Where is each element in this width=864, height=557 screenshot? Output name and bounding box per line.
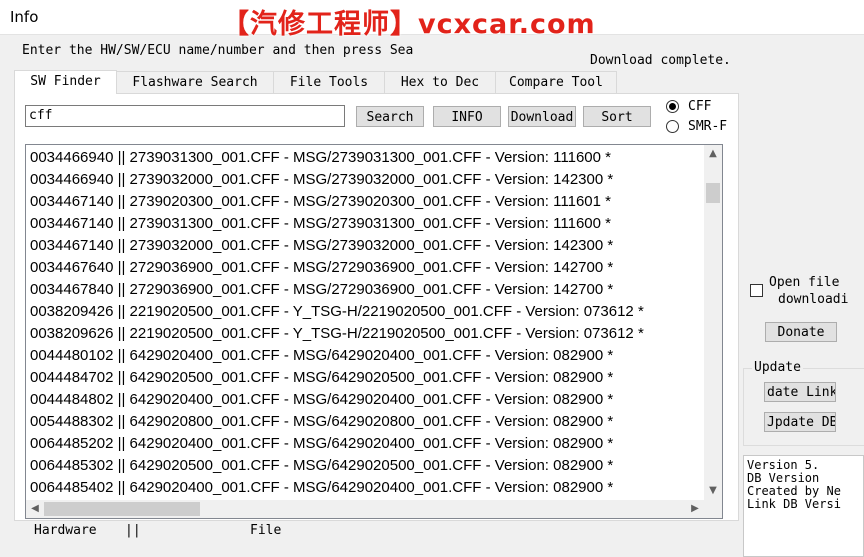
chevron-down-icon[interactable]: ▼ [704,482,722,500]
horizontal-scroll-thumb[interactable] [44,502,200,516]
info-button[interactable]: INFO [433,106,501,127]
list-item[interactable]: 0038209626 || 2219020500_001.CFF - Y_TSG… [30,323,702,345]
sort-button[interactable]: Sort [583,106,651,127]
scrollbar-corner [704,500,722,518]
list-item[interactable]: 0044480102 || 6429020400_001.CFF - MSG/6… [30,345,702,367]
list-item[interactable]: 0064485202 || 6429020400_001.CFF - MSG/6… [30,433,702,455]
horizontal-scrollbar[interactable]: ◀ ▶ [26,500,704,518]
search-input[interactable]: cff [25,105,345,127]
list-item[interactable]: 0064485402 || 6429020400_001.CFF - MSG/6… [30,477,702,499]
cff-radio[interactable] [666,100,679,113]
tab-sw-finder[interactable]: SW Finder [14,70,117,94]
smr-f-radio-label: SMR-F [688,119,728,134]
window-title: Info [10,8,39,26]
info-line-link-db: Link DB Versi [747,497,841,511]
list-item[interactable]: 0034467640 || 2729036900_001.CFF - MSG/2… [30,257,702,279]
instruction-text: Enter the HW/SW/ECU name/number and then… [22,43,414,58]
open-file-label-cont: downloadi [778,292,849,307]
chevron-up-icon[interactable]: ▲ [704,145,722,163]
list-item[interactable]: 0034466940 || 2739032000_001.CFF - MSG/2… [30,169,702,191]
list-item[interactable]: 0034467140 || 2739020300_001.CFF - MSG/2… [30,191,702,213]
list-item[interactable]: 0044484802 || 6429020400_001.CFF - MSG/6… [30,389,702,411]
list-item[interactable]: 0044484702 || 6429020500_001.CFF - MSG/6… [30,367,702,389]
update-link-button[interactable]: date Link [764,382,836,402]
list-item[interactable]: 0034467840 || 2729036900_001.CFF - MSG/2… [30,279,702,301]
results-list[interactable]: 0034466940 || 2739031300_001.CFF - MSG/2… [25,144,723,519]
list-item[interactable]: 0054488302 || 6429020800_001.CFF - MSG/6… [30,411,702,433]
download-button[interactable]: Download [508,106,576,127]
vertical-scrollbar[interactable]: ▲ ▼ [704,145,722,500]
list-item[interactable]: 0038209426 || 2219020500_001.CFF - Y_TSG… [30,301,702,323]
list-item[interactable]: 0034466940 || 2739031300_001.CFF - MSG/2… [30,147,702,169]
chevron-left-icon[interactable]: ◀ [26,500,44,518]
tab-file-tools[interactable]: File Tools [273,71,385,93]
open-file-checkbox[interactable] [750,284,763,297]
list-item[interactable]: 0034467140 || 2739031300_001.CFF - MSG/2… [30,213,702,235]
tab-compare-tool[interactable]: Compare Tool [495,71,617,93]
file-column-label: File [250,523,282,538]
hardware-column-label: Hardware [34,523,97,538]
column-separator: || [125,523,141,538]
status-text: Download complete. [590,53,731,68]
update-group [743,368,864,446]
open-file-label: Open file [769,275,840,290]
update-db-button[interactable]: Jpdate DB [764,412,836,432]
watermark: 【汽修工程师】vcxcar.com [222,9,596,40]
update-group-label: Update [752,360,803,375]
version-info-box: Version 5. DB Version Created by Ne Link… [743,455,864,557]
list-item[interactable]: 0064485302 || 6429020500_001.CFF - MSG/6… [30,455,702,477]
cff-radio-label: CFF [688,99,712,114]
tab-flashware-search[interactable]: Flashware Search [116,71,274,93]
results-rows: 0034466940 || 2739031300_001.CFF - MSG/2… [30,147,702,499]
list-item[interactable]: 0034467140 || 2739032000_001.CFF - MSG/2… [30,235,702,257]
chevron-right-icon[interactable]: ▶ [686,500,704,518]
smr-f-radio[interactable] [666,120,679,133]
tab-hex-to-dec[interactable]: Hex to Dec [384,71,496,93]
vertical-scroll-thumb[interactable] [706,183,720,203]
donate-button[interactable]: Donate [765,322,837,342]
search-button[interactable]: Search [356,106,424,127]
